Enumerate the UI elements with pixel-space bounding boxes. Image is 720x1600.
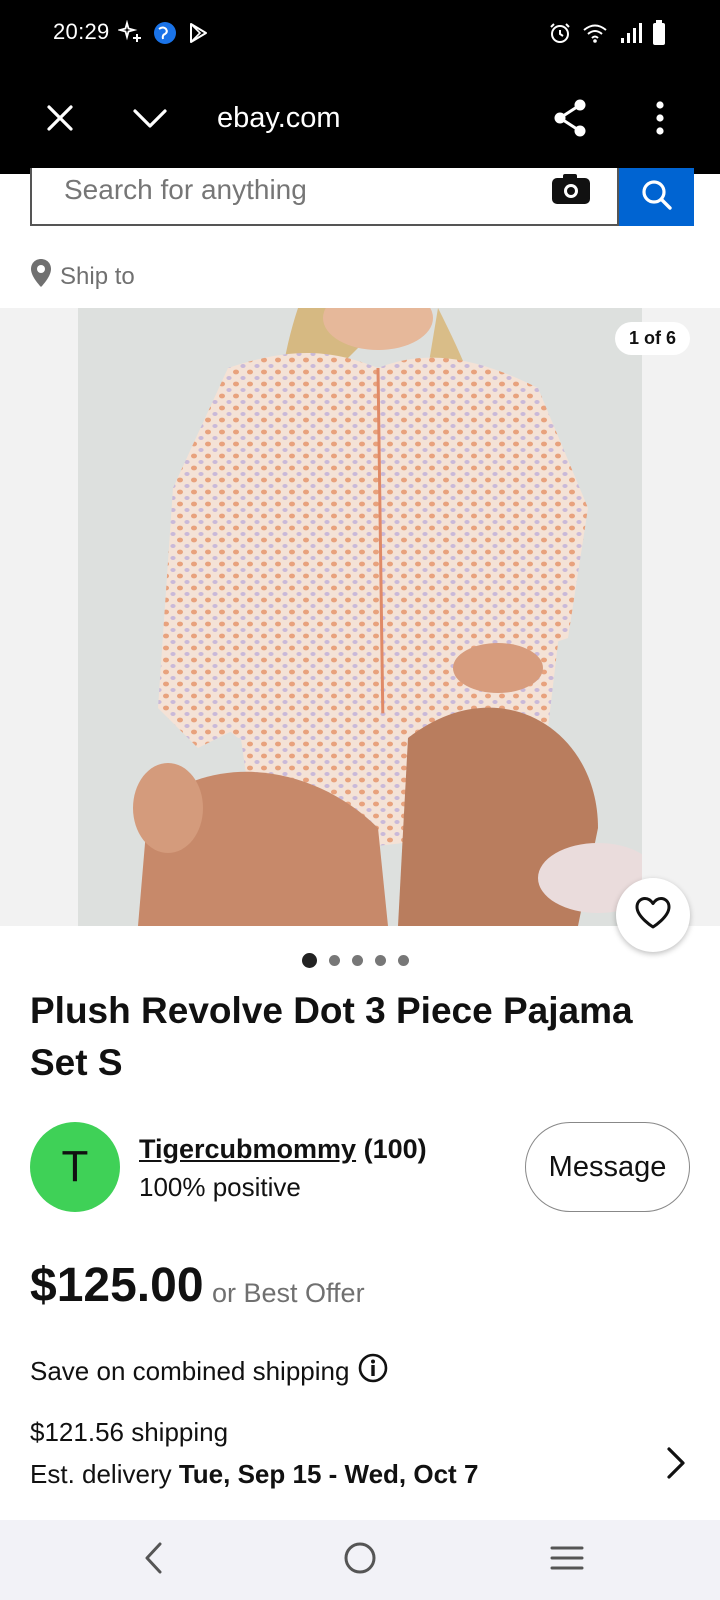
estimated-delivery: Est. delivery Tue, Sep 15 - Wed, Oct 7 bbox=[30, 1459, 478, 1490]
search-box bbox=[30, 168, 619, 226]
image-gallery[interactable]: 1 of 6 bbox=[0, 308, 720, 926]
globe-icon bbox=[152, 20, 178, 51]
close-icon bbox=[45, 103, 75, 138]
share-button[interactable] bbox=[548, 98, 592, 142]
play-store-icon bbox=[186, 21, 210, 50]
alarm-icon bbox=[548, 21, 572, 50]
pagination-dot[interactable] bbox=[302, 953, 317, 968]
combined-shipping-label: Save on combined shipping bbox=[30, 1356, 350, 1386]
shipping-details-row[interactable]: $121.56 shipping Est. delivery Tue, Sep … bbox=[30, 1417, 690, 1507]
status-bar: 20:29 bbox=[0, 0, 720, 66]
pagination-dot[interactable] bbox=[398, 955, 409, 966]
location-pin-icon bbox=[30, 258, 52, 295]
browser-toolbar: ebay.com bbox=[0, 66, 720, 174]
delivery-label: Est. delivery bbox=[30, 1459, 172, 1489]
camera-search-button[interactable] bbox=[550, 172, 594, 208]
gallery-pagination bbox=[302, 953, 409, 968]
seller-feedback-score: (100) bbox=[363, 1134, 427, 1164]
home-icon bbox=[342, 1540, 378, 1581]
image-counter-badge: 1 of 6 bbox=[614, 322, 690, 355]
status-time: 20:29 bbox=[53, 19, 110, 44]
more-options-button[interactable] bbox=[638, 98, 682, 142]
seller-info: Tigercubmommy (100) bbox=[139, 1134, 427, 1165]
message-seller-button[interactable]: Message bbox=[525, 1122, 690, 1212]
heart-icon bbox=[634, 896, 672, 935]
search-icon bbox=[641, 179, 673, 216]
ship-to-label: Ship to bbox=[60, 262, 135, 290]
home-button[interactable] bbox=[330, 1536, 390, 1584]
price: $125.00 bbox=[30, 1259, 204, 1312]
share-icon bbox=[552, 98, 588, 143]
best-offer-label: or Best Offer bbox=[212, 1278, 365, 1308]
status-icons-right bbox=[548, 20, 666, 51]
sparkle-icon bbox=[116, 19, 144, 51]
seller-initial: T bbox=[61, 1142, 89, 1191]
combined-shipping: Save on combined shipping bbox=[30, 1352, 389, 1391]
status-icons-left bbox=[116, 19, 210, 51]
recents-button[interactable] bbox=[537, 1536, 597, 1584]
pagination-dot[interactable] bbox=[329, 955, 340, 966]
search-button[interactable] bbox=[619, 168, 694, 226]
recents-icon bbox=[549, 1543, 585, 1578]
system-nav-bar bbox=[0, 1520, 720, 1600]
seller-positive-rating: 100% positive bbox=[139, 1172, 301, 1202]
pagination-dot[interactable] bbox=[375, 955, 386, 966]
seller-avatar[interactable]: T bbox=[30, 1122, 120, 1212]
product-photo[interactable] bbox=[78, 308, 642, 926]
search-bar bbox=[30, 168, 694, 226]
back-icon bbox=[142, 1541, 166, 1580]
back-button[interactable] bbox=[124, 1536, 184, 1584]
chevron-right-icon bbox=[660, 1443, 690, 1483]
info-icon[interactable] bbox=[357, 1352, 389, 1391]
url-text[interactable]: ebay.com bbox=[217, 102, 341, 135]
signal-icon bbox=[618, 21, 642, 50]
ship-to-link[interactable]: Ship to bbox=[30, 258, 135, 295]
close-button[interactable] bbox=[38, 98, 82, 142]
watchlist-button[interactable] bbox=[616, 878, 690, 952]
chevron-down-icon bbox=[132, 106, 168, 135]
seller-name-link[interactable]: Tigercubmommy bbox=[139, 1134, 356, 1164]
shipping-cost: $121.56 shipping bbox=[30, 1417, 229, 1447]
search-input[interactable] bbox=[64, 168, 534, 212]
pagination-dot[interactable] bbox=[352, 955, 363, 966]
listing-title: Plush Revolve Dot 3 Piece Pajama Set S bbox=[30, 990, 633, 1083]
battery-icon bbox=[652, 20, 666, 51]
camera-icon bbox=[550, 174, 592, 210]
more-vertical-icon bbox=[655, 100, 665, 140]
delivery-dates: Tue, Sep 15 - Wed, Oct 7 bbox=[178, 1459, 479, 1489]
collapse-button[interactable] bbox=[128, 98, 172, 142]
wifi-icon bbox=[582, 21, 608, 50]
